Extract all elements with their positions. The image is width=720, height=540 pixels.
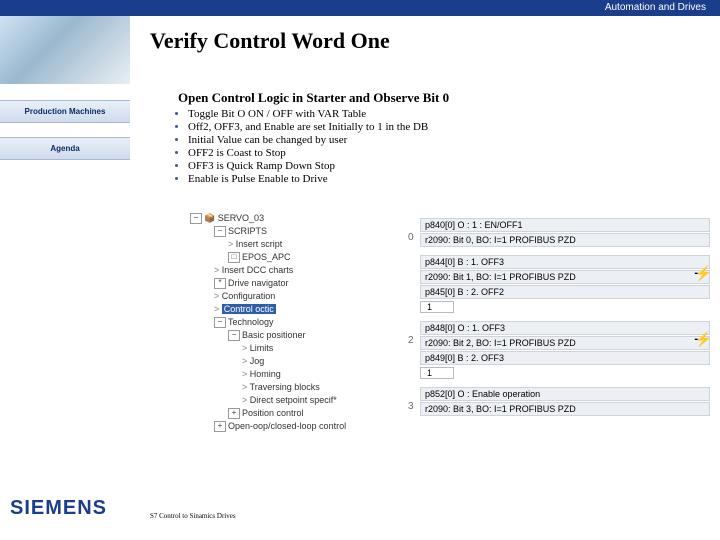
param-line: r2090: Bit 2, BO: I=1 PROFIBUS PZD: [420, 336, 710, 350]
bullet-item: OFF2 is Coast to Stop: [188, 147, 700, 160]
param-line: p840[0] O : 1 : EN/OFF1: [420, 218, 710, 232]
tree-item[interactable]: +Open-oop/closed-loop control: [190, 420, 405, 433]
tree-item[interactable]: > Traversing blocks: [190, 381, 405, 394]
param-line: p845[0] B : 2. OFF2: [420, 285, 710, 299]
tree-item[interactable]: +Position control: [190, 407, 405, 420]
bullet-item: Off2, OFF3, and Enable are set Initially…: [188, 121, 700, 134]
bullet-item: Toggle Bit O ON / OFF with VAR Table: [188, 108, 700, 121]
tree-item[interactable]: > Homing: [190, 368, 405, 381]
param-line: p849[0] B : 2. OFF3: [420, 351, 710, 365]
siemens-logo: SIEMENS: [10, 497, 107, 520]
bullet-item: OFF3 is Quick Ramp Down Stop: [188, 160, 700, 173]
tree-item[interactable]: *Drive navigator: [190, 277, 405, 290]
bullet-list: Toggle Bit O ON / OFF with VAR TableOff2…: [172, 108, 700, 186]
param-group: 2p848[0] O : 1. OFF3r2090: Bit 2, BO: I=…: [420, 321, 710, 379]
tree-item[interactable]: −Technology: [190, 316, 405, 329]
tree-item[interactable]: > Configuration: [190, 290, 405, 303]
tree-item[interactable]: > Control octic: [190, 303, 405, 316]
sub-title: Open Control Logic in Starter and Observ…: [178, 90, 449, 106]
sidebar-item-agenda[interactable]: Agenda: [0, 137, 130, 160]
value-box[interactable]: 1: [420, 301, 454, 313]
param-line: p852[0] O : Enable operation: [420, 387, 710, 401]
navigator-tree: −📦 SERVO_03−SCRIPTS> Insert script□EPOS_…: [190, 212, 405, 433]
sidebar-item-production[interactable]: Production Machines: [0, 100, 130, 123]
tree-item[interactable]: > Insert script: [190, 238, 405, 251]
tree-root[interactable]: −📦 SERVO_03: [190, 212, 405, 225]
sidebar: Production Machines Agenda: [0, 100, 130, 174]
param-group: 3p852[0] O : Enable operationr2090: Bit …: [420, 387, 710, 416]
parameter-panel: 0p840[0] O : 1 : EN/OFF1r2090: Bit 0, BO…: [420, 218, 710, 424]
bullet-item: Enable is Pulse Enable to Drive: [188, 173, 700, 186]
param-group: 0p840[0] O : 1 : EN/OFF1r2090: Bit 0, BO…: [420, 218, 710, 247]
param-line: r2090: Bit 0, BO: I=1 PROFIBUS PZD: [420, 233, 710, 247]
param-group: p844[0] B : 1. OFF3r2090: Bit 1, BO: I=1…: [420, 255, 710, 313]
top-band: Automation and Drives: [0, 0, 720, 16]
param-line: r2090: Bit 1, BO: I=1 PROFIBUS PZD: [420, 270, 710, 284]
header-image: [0, 16, 131, 84]
param-line: r2090: Bit 3, BO: I=1 PROFIBUS PZD: [420, 402, 710, 416]
tree-item[interactable]: −Basic positioner: [190, 329, 405, 342]
page-title: Verify Control Word One: [150, 28, 390, 54]
tree-item[interactable]: □EPOS_APC: [190, 251, 405, 264]
tree-item[interactable]: > Jog: [190, 355, 405, 368]
param-line: p844[0] B : 1. OFF3: [420, 255, 710, 269]
footer-left: S7 Control to Sinamics Drives: [150, 512, 236, 520]
tree-item[interactable]: > Limits: [190, 342, 405, 355]
tree-item[interactable]: > Direct setpoint specif*: [190, 394, 405, 407]
param-line: p848[0] O : 1. OFF3: [420, 321, 710, 335]
bullet-item: Initial Value can be changed by user: [188, 134, 700, 147]
tree-item[interactable]: > Insert DCC charts: [190, 264, 405, 277]
value-box[interactable]: 1: [420, 367, 454, 379]
tree-item[interactable]: −SCRIPTS: [190, 225, 405, 238]
